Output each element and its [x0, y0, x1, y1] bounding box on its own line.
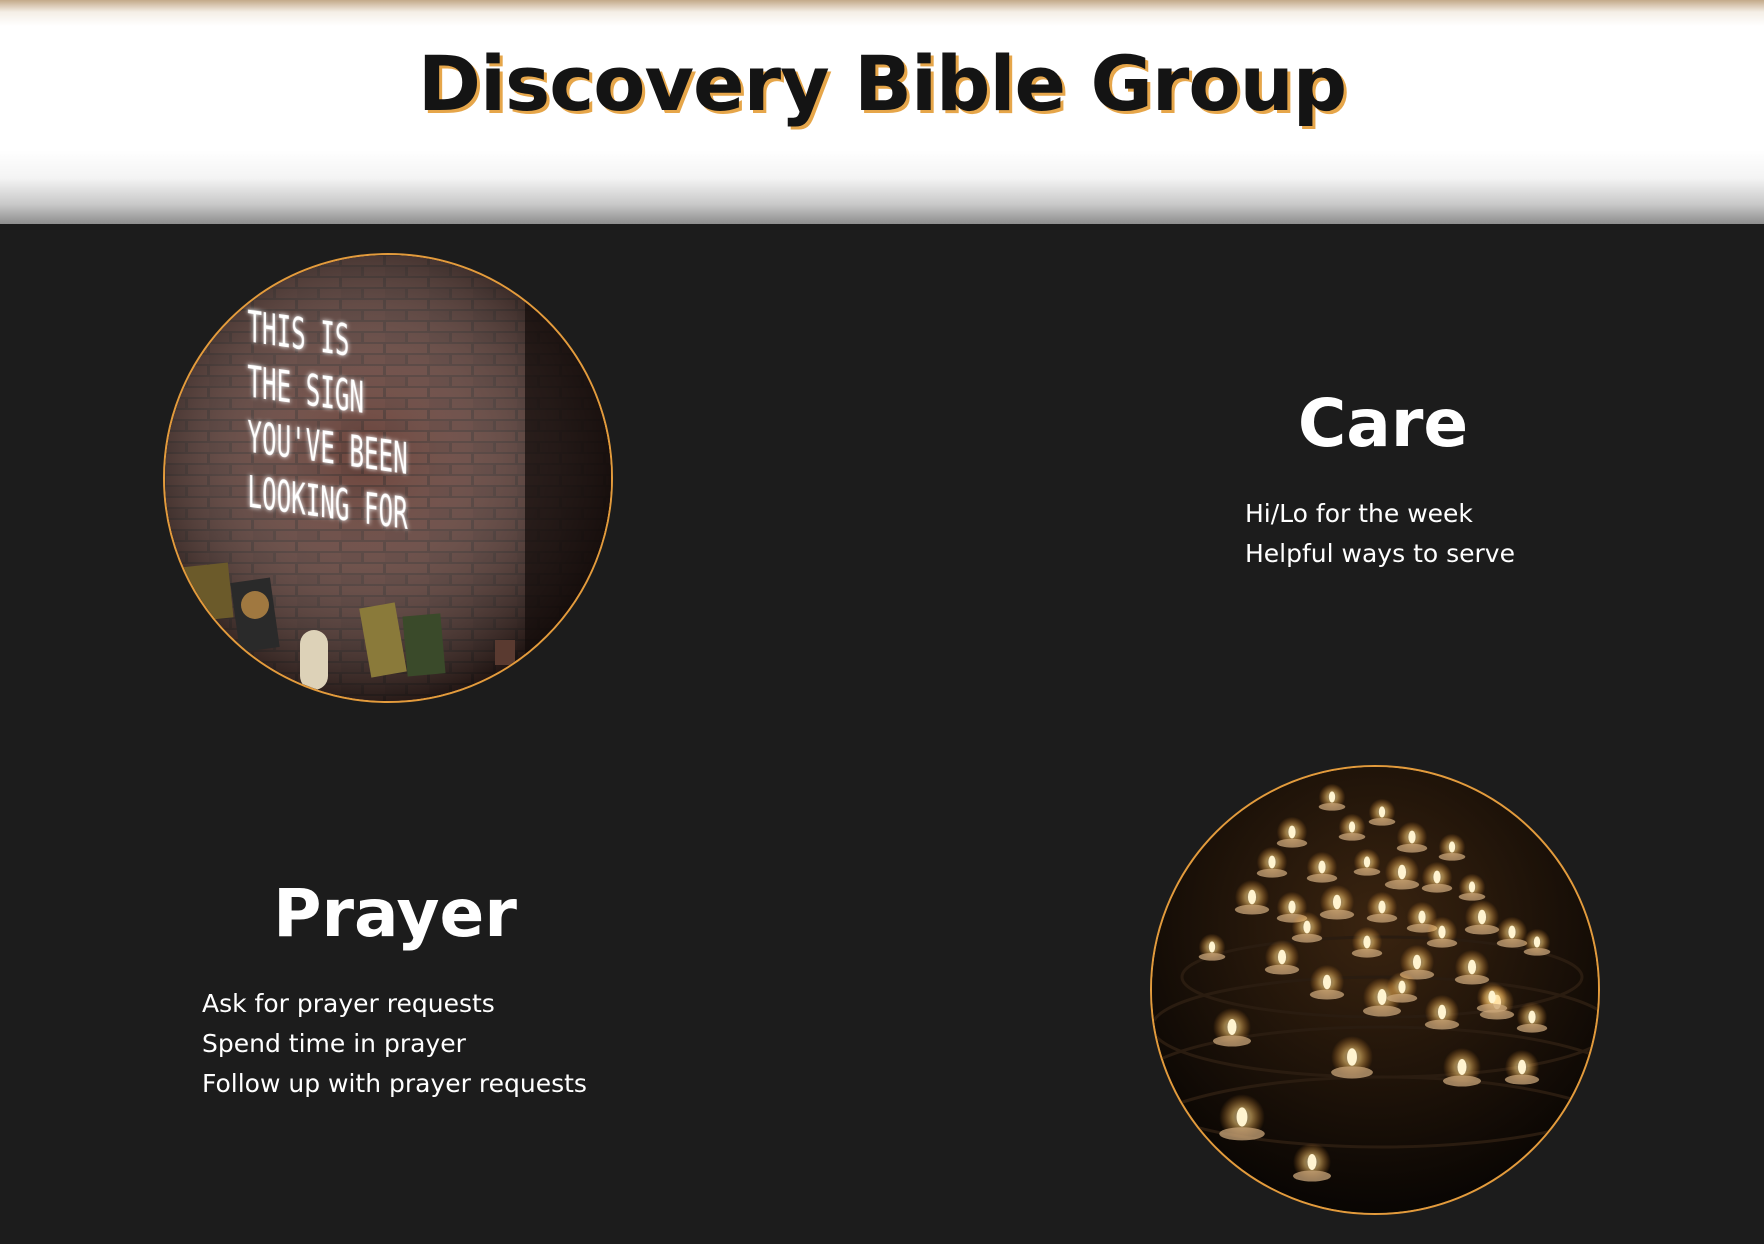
prayer-item-follow-up: Follow up with prayer requests: [202, 1069, 587, 1098]
neon-sign-illustration: THIS IS THE SIGN YOU'VE BEEN LOOKING FOR: [165, 255, 611, 701]
candles-photo: [1150, 765, 1600, 1215]
candle-cup: [1426, 938, 1458, 948]
candle-flame: [1303, 920, 1311, 934]
site-title: Discovery Bible Group: [417, 39, 1347, 128]
candle-flame: [1268, 855, 1276, 869]
candle-flame: [1437, 1004, 1447, 1020]
candle-cup: [1464, 924, 1500, 935]
candle-flame: [1332, 894, 1342, 910]
candle-cup: [1443, 1075, 1481, 1087]
candle-flame: [1208, 941, 1216, 953]
candle-flame: [1378, 806, 1386, 818]
candle-cup: [1386, 993, 1418, 1003]
candle-cup: [1496, 938, 1528, 948]
candle-flame: [1318, 860, 1326, 874]
candle-cup: [1318, 802, 1346, 811]
candle-flame: [1488, 990, 1496, 1004]
candle-flame: [1288, 900, 1296, 914]
prayer-heading: Prayer: [273, 875, 517, 952]
candle-flame: [1378, 900, 1386, 914]
candle-flame: [1288, 825, 1296, 839]
candle-cup: [1309, 989, 1345, 1000]
candle-flame: [1247, 889, 1257, 905]
candle-flame: [1408, 830, 1416, 844]
candle-cup: [1234, 904, 1270, 915]
candle-cup: [1366, 913, 1398, 923]
candle-cup: [1291, 933, 1323, 943]
candle-flame: [1468, 881, 1476, 893]
main-content: THIS IS THE SIGN YOU'VE BEEN LOOKING FOR…: [0, 224, 1764, 1244]
candle-flame: [1363, 935, 1371, 949]
candle-flame: [1377, 989, 1387, 1005]
candle-flame: [1528, 1010, 1536, 1024]
candle-flame: [1277, 949, 1287, 965]
candle-flame: [1363, 856, 1371, 868]
candle-flame: [1322, 974, 1332, 990]
candle-flame: [1397, 864, 1407, 880]
care-item-serve: Helpful ways to serve: [1245, 539, 1515, 568]
candle-flame: [1418, 910, 1426, 924]
candle-cup: [1276, 838, 1308, 848]
candle-cup: [1476, 1003, 1508, 1013]
candle-flame: [1348, 821, 1356, 833]
candle-cup: [1306, 873, 1338, 883]
candle-cup: [1523, 947, 1551, 956]
prayer-item-requests: Ask for prayer requests: [202, 989, 495, 1018]
care-list: Hi/Lo for the week Helpful ways to serve: [1245, 494, 1515, 574]
candle-cup: [1213, 1035, 1251, 1047]
neon-sign-photo: THIS IS THE SIGN YOU'VE BEEN LOOKING FOR: [163, 253, 613, 703]
candle-flame: [1398, 980, 1406, 994]
candle-cup: [1256, 868, 1288, 878]
candle-cup: [1424, 1019, 1460, 1030]
candle-cup: [1384, 879, 1420, 890]
candle-flame: [1508, 925, 1516, 939]
candle-cup: [1198, 952, 1226, 961]
candle-cup: [1319, 909, 1355, 920]
candle-flame: [1448, 841, 1456, 853]
candle-cup: [1438, 852, 1466, 861]
candle-flame: [1227, 1019, 1237, 1035]
candle-cup: [1396, 843, 1428, 853]
candle-flame: [1438, 925, 1446, 939]
candle-cup: [1264, 964, 1300, 975]
candle-cup: [1454, 974, 1490, 985]
candle-cup: [1458, 892, 1486, 901]
candle-flame: [1347, 1048, 1357, 1066]
candles-illustration: [1152, 767, 1598, 1213]
candle-cup: [1293, 1170, 1331, 1182]
candle-flame: [1517, 1059, 1527, 1075]
candle-flame: [1236, 1107, 1248, 1127]
candle-flame: [1307, 1154, 1317, 1170]
candle-flame: [1328, 791, 1336, 803]
candle-flame: [1533, 936, 1541, 948]
candle-cup: [1516, 1023, 1548, 1033]
candle-cup: [1363, 1005, 1401, 1017]
care-heading: Care: [1297, 385, 1469, 462]
candle-cup: [1504, 1074, 1540, 1085]
candle-cup: [1353, 867, 1381, 876]
candle-cup: [1331, 1066, 1373, 1079]
candle-cup: [1219, 1127, 1265, 1141]
prayer-list: Ask for prayer requests Spend time in pr…: [202, 984, 587, 1104]
candle-flame: [1412, 954, 1422, 970]
candle-cup: [1351, 948, 1383, 958]
candle-flame: [1457, 1059, 1467, 1075]
candle-flame: [1467, 959, 1477, 975]
care-item-hi-lo: Hi/Lo for the week: [1245, 499, 1473, 528]
candle-flame: [1477, 909, 1487, 925]
candle-cup: [1338, 832, 1366, 841]
prayer-item-time: Spend time in prayer: [202, 1029, 466, 1058]
candle-cup: [1421, 883, 1453, 893]
site-header: Discovery Bible Group: [0, 0, 1764, 224]
candle-flame: [1433, 870, 1441, 884]
candle-cup: [1368, 817, 1396, 826]
